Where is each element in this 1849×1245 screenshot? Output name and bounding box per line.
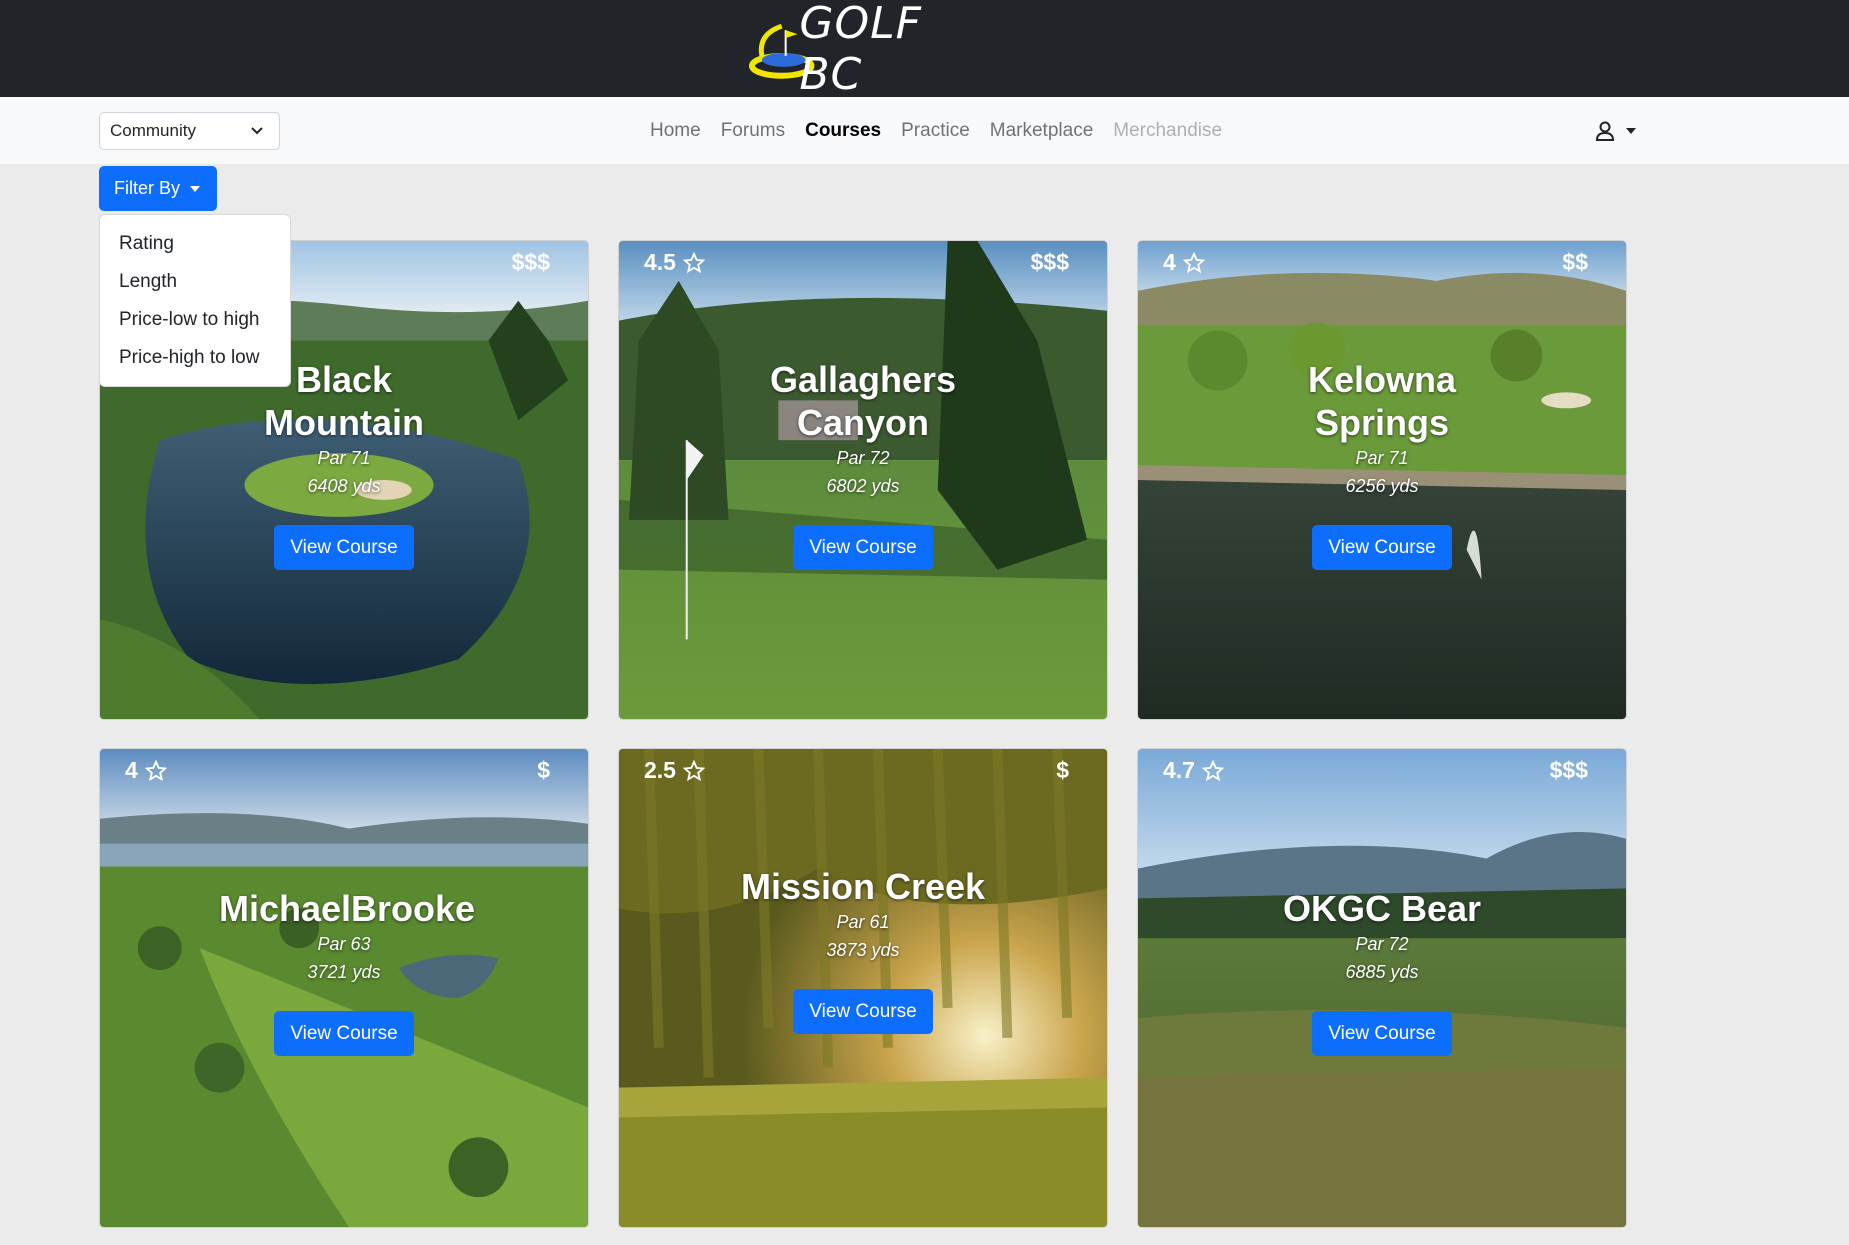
course-name: Kelowna Springs [1307, 359, 1457, 443]
main-navbar: Community Home Forums Courses Practice M… [0, 97, 1849, 164]
nav-home[interactable]: Home [650, 120, 701, 142]
nav-forums[interactable]: Forums [721, 120, 785, 142]
course-rating: 4.5 [644, 249, 705, 276]
community-select[interactable]: Community [99, 112, 280, 150]
top-header: GOLF BC [0, 0, 1849, 100]
course-name: Gallaghers Canyon [769, 359, 957, 443]
course-length: 6885 yds [1345, 962, 1419, 982]
filter-dropdown-menu: Rating Length Price-low to high Price-hi… [99, 214, 291, 387]
community-select-value: Community [110, 121, 196, 140]
course-rating: 4.7 [1163, 757, 1224, 784]
rating-value: 4.5 [644, 249, 676, 275]
user-icon [1595, 121, 1615, 141]
course-par: Par 71 [1355, 448, 1409, 468]
rating-value: 4 [125, 757, 138, 783]
star-icon [144, 759, 167, 781]
course-name: MichaelBrooke [219, 888, 476, 929]
view-course-button[interactable]: View Course [274, 1011, 414, 1056]
filter-option-length[interactable]: Length [100, 263, 290, 301]
site-logo[interactable]: GOLF BC [748, 0, 998, 100]
nav-courses[interactable]: Courses [805, 120, 881, 142]
view-course-button[interactable]: View Course [793, 989, 933, 1034]
course-length: 6802 yds [826, 476, 900, 496]
course-length: 3873 yds [826, 940, 900, 960]
rating-value: 2.5 [644, 757, 676, 783]
course-card: 4 $$ Kelowna Springs Par 71 6256 yds Vie… [1137, 240, 1627, 720]
price-indicator: $$$ [511, 249, 550, 275]
price-indicator: $ [537, 757, 550, 783]
view-course-button[interactable]: View Course [1312, 525, 1452, 570]
user-menu-toggle[interactable] [1594, 117, 1642, 145]
course-par: Par 71 [317, 448, 371, 468]
star-icon [682, 251, 705, 273]
caret-down-icon [190, 185, 201, 192]
course-rating: 2.5 [644, 757, 705, 784]
nav-practice[interactable]: Practice [901, 120, 970, 142]
view-course-button[interactable]: View Course [793, 525, 933, 570]
nav-links: Home Forums Courses Practice Marketplace… [650, 97, 1242, 164]
caret-down-icon [1626, 128, 1636, 134]
course-card: 4.7 $$$ OKGC Bear Par 72 6885 yds View C… [1137, 748, 1627, 1228]
logo-text: GOLF BC [799, 0, 922, 100]
course-length: 3721 yds [307, 962, 381, 982]
course-par: Par 72 [836, 448, 890, 468]
filter-by-button[interactable]: Filter By [99, 166, 217, 211]
price-indicator: $$$ [1030, 249, 1069, 275]
course-name: Mission Creek [740, 866, 986, 907]
filter-option-rating[interactable]: Rating [100, 225, 290, 263]
rating-value: 4 [1163, 249, 1176, 275]
course-card: 4 $ MichaelBrooke Par 63 3721 yds View C… [99, 748, 589, 1228]
nav-merchandise: Merchandise [1113, 119, 1223, 141]
course-rating: 4 [1163, 249, 1205, 276]
price-indicator: $$ [1562, 249, 1588, 275]
chevron-down-icon [251, 127, 263, 135]
course-par: Par 72 [1355, 934, 1409, 954]
star-icon [1201, 759, 1224, 781]
price-indicator: $ [1056, 757, 1069, 783]
course-par: Par 61 [836, 912, 890, 932]
nav-marketplace[interactable]: Marketplace [990, 120, 1094, 142]
course-rating: 4 [125, 757, 167, 784]
filter-option-price-high-low[interactable]: Price-high to low [100, 339, 290, 377]
filter-by-label: Filter By [114, 178, 181, 198]
filter-option-price-low-high[interactable]: Price-low to high [100, 301, 290, 339]
price-indicator: $$$ [1549, 757, 1588, 783]
course-length: 6256 yds [1345, 476, 1419, 496]
view-course-button[interactable]: View Course [1312, 1011, 1452, 1056]
course-card: 2.5 $ Mission Creek Par 61 3873 yds View… [618, 748, 1108, 1228]
view-course-button[interactable]: View Course [274, 525, 414, 570]
course-par: Par 63 [317, 934, 371, 954]
course-card: 4.5 $$$ Gallaghers Canyon Par 72 6802 yd… [618, 240, 1108, 720]
rating-value: 4.7 [1163, 757, 1195, 783]
course-length: 6408 yds [307, 476, 381, 496]
course-name: OKGC Bear [1282, 888, 1482, 929]
star-icon [1182, 251, 1205, 273]
star-icon [682, 759, 705, 781]
